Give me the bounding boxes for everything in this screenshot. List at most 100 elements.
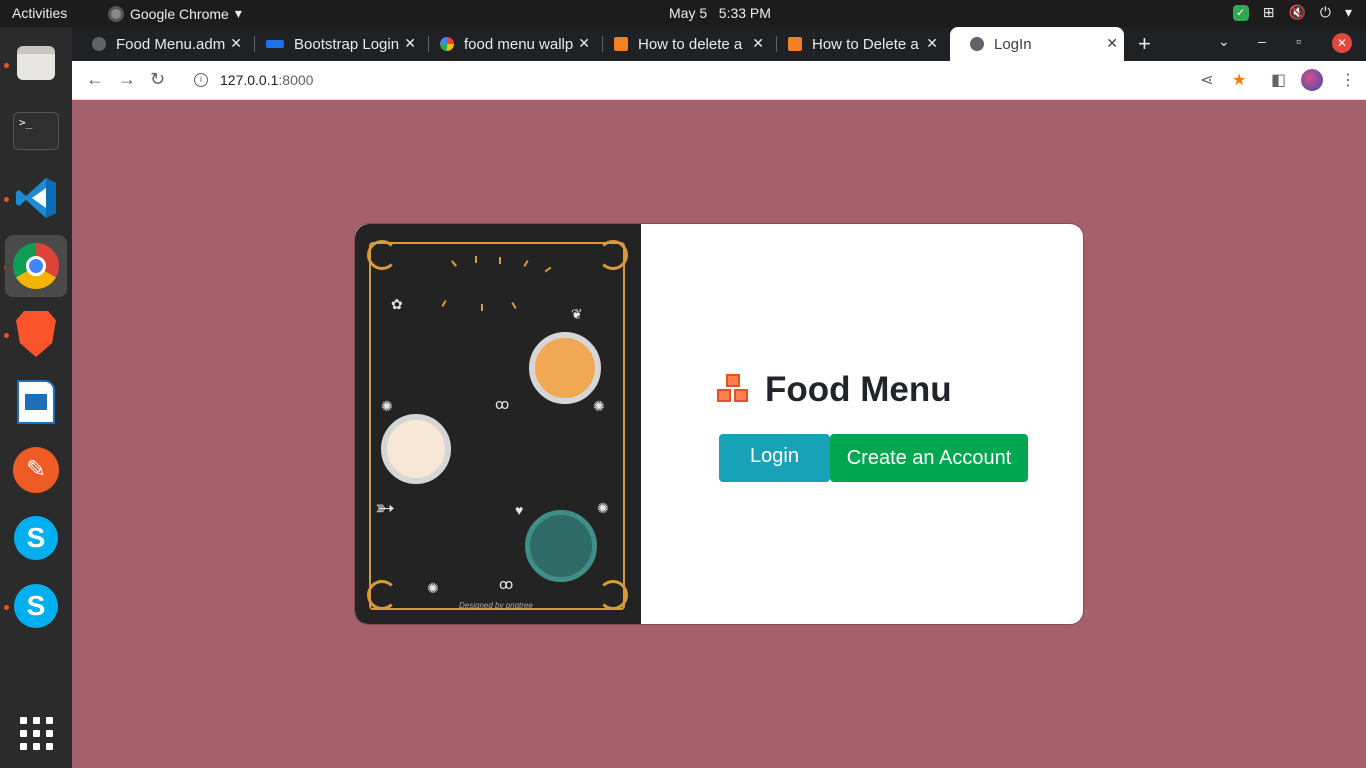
fish-doodle-icon: ➳ — [375, 495, 396, 522]
ray — [475, 256, 477, 263]
sparkle-icon: ✺ — [427, 580, 439, 596]
system-top-bar: Activities Google Chrome ▾ May 5 5:33 PM… — [0, 0, 1366, 27]
dock-chrome[interactable] — [5, 235, 67, 297]
tab-title: How to delete a — [638, 35, 743, 53]
dock-skype-2[interactable]: S — [5, 575, 67, 637]
reload-icon[interactable]: ↻ — [150, 69, 165, 90]
browser-toolbar: ← → ↻ i 127.0.0.1:8000 ⋖ ★ ◧ ⋮ — [72, 61, 1366, 100]
site-info-icon[interactable]: i — [194, 73, 208, 87]
image-credit: Designed by pngtree — [459, 601, 533, 610]
dock-terminal[interactable]: >_ — [5, 100, 67, 162]
sparkle-icon: ✺ — [381, 398, 393, 414]
close-tab-icon[interactable]: ✕ — [1106, 35, 1118, 52]
dock-skype[interactable]: S — [5, 507, 67, 569]
herb-doodle-icon: ✿ — [391, 296, 403, 312]
tab-bootstrap-login[interactable]: Bootstrap Login ✕ — [246, 27, 422, 61]
ray — [481, 304, 483, 311]
skype-icon: S — [14, 516, 58, 560]
app-menu[interactable]: Google Chrome ▾ — [108, 5, 242, 22]
tab-how-to-delete-2[interactable]: How to Delete a ✕ — [768, 27, 944, 61]
brand: Food Menu — [717, 370, 952, 410]
network-icon[interactable]: ⊞ — [1263, 4, 1275, 21]
clock-time: 5:33 PM — [718, 5, 771, 21]
mushroom-doodle-icon: ꝏ — [495, 396, 510, 412]
plate-spring-rolls — [525, 510, 597, 582]
close-tab-icon[interactable]: ✕ — [578, 35, 590, 52]
plate-salad — [381, 414, 451, 484]
maximize-button[interactable]: ▫ — [1296, 33, 1301, 49]
dock-vscode[interactable] — [5, 167, 67, 229]
food-menu-image: ✿ ❦ ✺ ✺ ꝏ ➳ ♥ ✺ ✺ ꝏ Designed by pngtree — [355, 224, 641, 624]
share-icon[interactable]: ⋖ — [1200, 70, 1213, 90]
tab-title: Bootstrap Login — [294, 35, 400, 53]
address-bar[interactable]: i 127.0.0.1:8000 — [180, 65, 1230, 95]
dock-writer[interactable] — [5, 371, 67, 433]
vscode-icon — [16, 178, 56, 218]
profile-avatar[interactable] — [1301, 69, 1323, 91]
writer-icon — [17, 380, 55, 424]
globe-icon — [92, 37, 106, 51]
dock: >_ ✎ S S — [0, 27, 72, 768]
postman-icon: ✎ — [13, 447, 59, 493]
heart-icon: ♥ — [515, 502, 524, 518]
close-tab-icon[interactable]: ✕ — [404, 35, 416, 52]
globe-icon — [970, 37, 984, 51]
tab-strip: Food Menu.adm ✕ Bootstrap Login ✕ food m… — [72, 27, 1366, 61]
back-icon[interactable]: ← — [86, 69, 104, 90]
login-button[interactable]: Login — [719, 434, 830, 482]
chrome-icon — [13, 243, 59, 289]
sparkle-icon: ✺ — [597, 500, 609, 516]
url-host: 127.0.0.1 — [220, 72, 279, 88]
terminal-icon: >_ — [13, 112, 59, 150]
plate-curry — [529, 332, 601, 404]
corner-swirl — [598, 580, 628, 610]
tab-title: food menu wallp — [464, 35, 574, 53]
caret-down-icon[interactable]: ▾ — [1345, 4, 1352, 21]
corner-swirl — [367, 240, 397, 270]
tab-login[interactable]: LogIn ✕ — [950, 27, 1124, 61]
activities-button[interactable]: Activities — [12, 5, 67, 21]
volume-icon[interactable]: 🔇 — [1288, 4, 1305, 21]
new-tab-button[interactable]: + — [1138, 31, 1151, 57]
system-tray[interactable]: ✓ ⊞ 🔇 ⏻ ▾ — [1232, 4, 1352, 21]
minimize-button[interactable]: – — [1258, 33, 1266, 49]
clock[interactable]: May 5 5:33 PM — [669, 5, 771, 21]
google-icon — [440, 37, 454, 51]
create-account-button[interactable]: Create an Account — [830, 434, 1028, 482]
url-port: :8000 — [278, 72, 314, 88]
caret-down-icon: ▾ — [234, 5, 242, 21]
close-window-button[interactable]: ✕ — [1332, 33, 1352, 53]
tab-how-to-delete-1[interactable]: How to delete a ✕ — [594, 27, 770, 61]
cubes-icon — [717, 374, 751, 406]
dock-files[interactable] — [5, 32, 67, 94]
skype-icon: S — [14, 584, 58, 628]
power-icon[interactable]: ⏻ — [1320, 4, 1331, 21]
corner-swirl — [598, 240, 628, 270]
tab-search-icon[interactable]: ⌄ — [1218, 33, 1230, 50]
shell-doodle-icon: ꝏ — [499, 576, 514, 592]
dock-postman[interactable]: ✎ — [5, 439, 67, 501]
forward-icon[interactable]: → — [118, 69, 136, 90]
dock-brave[interactable] — [5, 303, 67, 365]
corner-swirl — [367, 580, 397, 610]
close-tab-icon[interactable]: ✕ — [752, 35, 764, 52]
clock-date: May 5 — [669, 5, 708, 21]
side-panel-icon[interactable]: ◧ — [1271, 70, 1286, 90]
tab-title: Food Menu.adm — [116, 35, 226, 53]
page-title: Food Menu — [765, 370, 952, 409]
bookmark-star-icon[interactable]: ★ — [1232, 70, 1246, 90]
close-tab-icon[interactable]: ✕ — [230, 35, 242, 52]
stackoverflow-icon — [614, 37, 628, 51]
tab-food-menu-admin[interactable]: Food Menu.adm ✕ — [72, 27, 248, 61]
shield-check-icon[interactable]: ✓ — [1232, 4, 1249, 21]
tab-title: LogIn — [994, 35, 1032, 53]
menu-kebab-icon[interactable]: ⋮ — [1340, 70, 1356, 90]
close-tab-icon[interactable]: ✕ — [926, 35, 938, 52]
tab-title: How to Delete a — [812, 35, 919, 53]
show-apps-icon[interactable] — [20, 717, 53, 750]
tab-food-menu-wallpaper[interactable]: food menu wallp ✕ — [420, 27, 596, 61]
files-icon — [17, 46, 55, 80]
stackoverflow-icon — [788, 37, 802, 51]
ray — [499, 257, 501, 264]
mdb-icon — [266, 40, 284, 48]
